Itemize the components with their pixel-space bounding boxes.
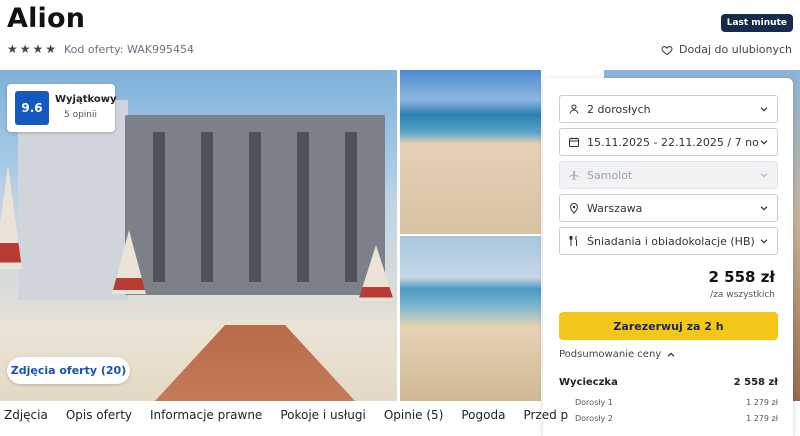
add-to-favorites-button[interactable]: Dodaj do ulubionych [661,43,792,56]
beach-photo-1[interactable] [400,70,541,234]
tab-rooms-services[interactable]: Pokoje i usługi [276,408,372,436]
summary-adult-row: Dorosły 1 1 279 zł [559,398,778,407]
beach-photo-2[interactable] [400,236,541,401]
dates-value: 15.11.2025 - 22.11.2025 / 7 nocy [587,135,759,149]
summary-trip-row: Wycieczka 2 558 zł [559,377,778,388]
departure-select[interactable]: Warszawa [559,194,778,222]
star-rating: ★ ★ ★ ★ [7,42,56,56]
tab-description[interactable]: Opis oferty [62,408,138,436]
cutlery-icon [568,235,580,247]
photos-button[interactable]: Zdjęcia oferty (20) [7,357,130,384]
price-summary-label: Podsumowanie ceny [559,349,662,360]
heart-icon [661,45,673,55]
transport-select: Samolot [559,161,778,189]
guests-select[interactable]: 2 dorosłych [559,95,778,123]
star-icon: ★ [32,42,44,56]
main-hotel-photo[interactable]: 9.6 Wyjątkowy 5 opinii Zdjęcia oferty (2… [0,70,397,401]
book-button[interactable]: Zarezerwuj za 2 h [559,312,778,340]
chevron-down-icon [760,140,768,145]
price-summary-toggle[interactable]: Podsumowanie ceny [559,349,676,360]
rating-card[interactable]: 9.6 Wyjątkowy 5 opinii [7,84,117,132]
total-price: 2 558 zł [708,268,776,286]
board-value: Śniadania i obiadokolacje (HB) [587,234,755,248]
rating-label: Wyjątkowy [55,94,117,105]
chevron-up-icon [667,351,675,357]
tab-before-trip[interactable]: Przed p [519,408,574,436]
guests-value: 2 dorosłych [587,102,651,116]
price-note: /za wszystkich [710,290,775,300]
booking-panel: 2 dorosłych 15.11.2025 - 22.11.2025 / 7 … [543,78,793,436]
summary-adult-row: Dorosły 2 1 279 zł [559,414,778,423]
chevron-down-icon [760,107,768,112]
hotel-title: Alion [7,3,86,34]
chevron-down-icon [760,239,768,244]
transport-value: Samolot [587,168,633,182]
trip-label: Wycieczka [559,377,618,388]
dates-select[interactable]: 15.11.2025 - 22.11.2025 / 7 nocy [559,128,778,156]
tab-photos[interactable]: Zdjęcia [0,408,54,436]
rating-score: 9.6 [15,91,49,125]
plane-icon [568,169,580,181]
adult-value: 1 279 zł [746,414,778,423]
calendar-icon [568,136,580,148]
star-icon: ★ [45,42,57,56]
trip-value: 2 558 zł [733,377,778,388]
person-icon [568,103,580,115]
board-select[interactable]: Śniadania i obiadokolacje (HB) [559,227,778,255]
adult-value: 1 279 zł [746,398,778,407]
star-icon: ★ [19,42,31,56]
chevron-down-icon [760,173,768,178]
tab-legal-info[interactable]: Informacje prawne [146,408,268,436]
offer-code: Kod oferty: WAK995454 [64,43,194,56]
last-minute-badge: Last minute [720,14,793,32]
location-pin-icon [568,202,580,214]
tab-weather[interactable]: Pogoda [457,408,511,436]
chevron-down-icon [760,206,768,211]
photo-windows [135,132,375,282]
adult-label: Dorosły 1 [575,398,613,407]
favorites-label: Dodaj do ulubionych [679,43,792,56]
section-tabs: Zdjęcia Opis oferty Informacje prawne Po… [0,408,582,436]
star-icon: ★ [7,42,18,56]
departure-value: Warszawa [587,201,643,215]
tab-reviews[interactable]: Opinie (5) [380,408,450,436]
reviews-count: 5 opinii [64,110,98,120]
